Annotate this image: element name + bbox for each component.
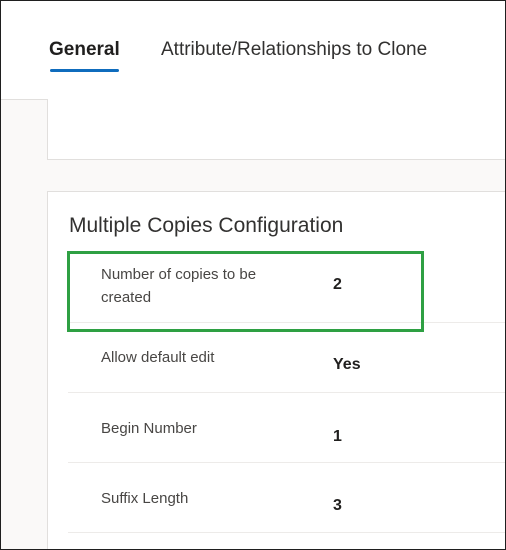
tab-general-label: General	[49, 39, 120, 60]
field-label-begin-number: Begin Number	[101, 420, 197, 437]
tab-attribute-relationships[interactable]: Attribute/Relationships to Clone	[161, 39, 427, 61]
tab-header: General Attribute/Relationships to Clone	[1, 1, 505, 100]
field-label-allow-default-edit: Allow default edit	[101, 349, 215, 366]
field-row-number-of-copies[interactable]: Number of copies to be created 2	[68, 252, 505, 323]
field-row-begin-number[interactable]: Begin Number 1	[68, 392, 505, 463]
tab-general[interactable]: General	[49, 39, 120, 72]
form-window: General Attribute/Relationships to Clone…	[0, 0, 506, 550]
field-label-number-of-copies: Number of copies to be created	[101, 266, 257, 306]
selected-tab-indicator	[50, 69, 119, 72]
field-row-suffix-length[interactable]: Suffix Length 3	[68, 462, 505, 533]
field-row-allow-default-edit[interactable]: Allow default edit Yes	[68, 322, 505, 393]
previous-section-card	[47, 99, 505, 160]
field-value-allow-default-edit[interactable]: Yes	[333, 356, 361, 374]
field-value-begin-number[interactable]: 1	[333, 428, 342, 446]
field-value-suffix-length[interactable]: 3	[333, 497, 342, 515]
tab-attribute-relationships-label: Attribute/Relationships to Clone	[161, 39, 428, 60]
field-value-number-of-copies[interactable]: 2	[333, 276, 342, 294]
multiple-copies-section: Multiple Copies Configuration Number of …	[47, 191, 505, 549]
field-label-suffix-length: Suffix Length	[101, 490, 189, 507]
section-title: Multiple Copies Configuration	[69, 214, 344, 237]
